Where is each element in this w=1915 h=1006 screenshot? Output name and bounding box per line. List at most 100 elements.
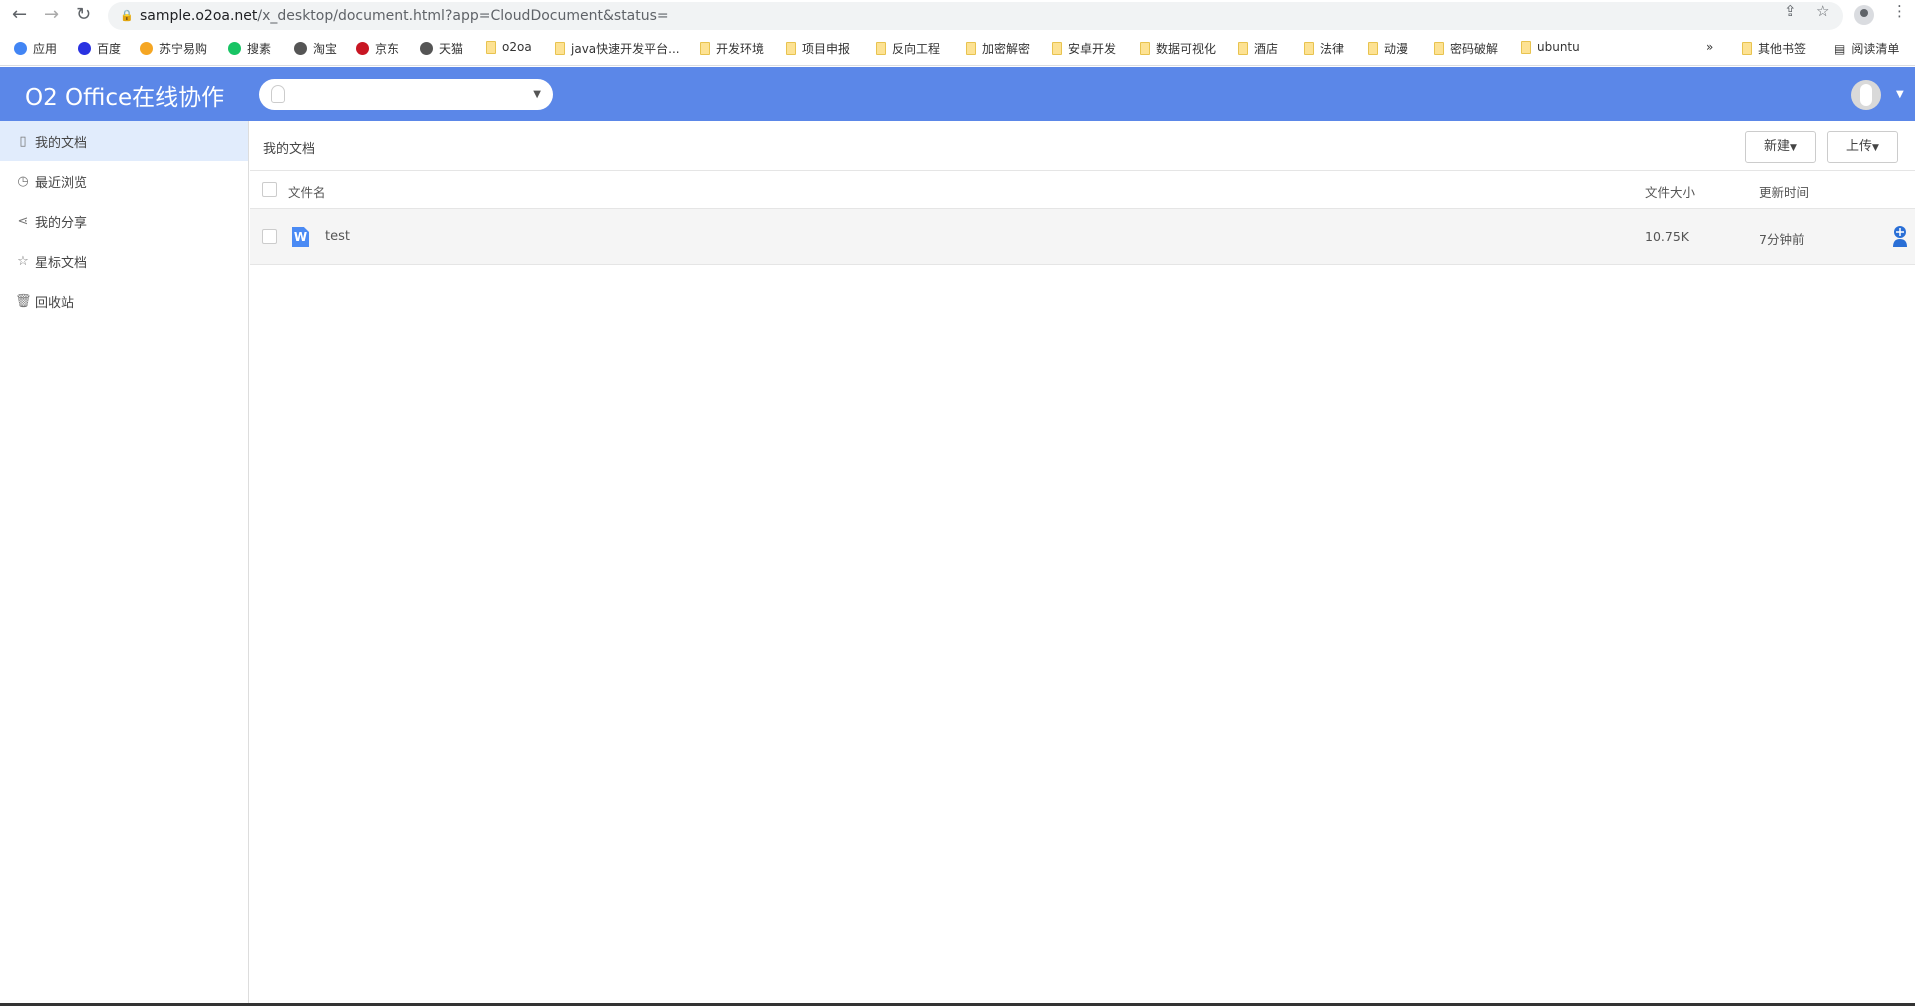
column-updated[interactable]: 更新时间 — [1759, 182, 1809, 201]
label: 百度 — [97, 42, 122, 56]
label: 最近浏览 — [35, 175, 88, 191]
globe-icon — [420, 42, 433, 55]
label: 苏宁易购 — [159, 42, 208, 56]
bookmark-item[interactable]: 项目申报 — [786, 40, 850, 57]
bookmark-item[interactable]: o2oa — [486, 40, 532, 54]
folder-icon — [1304, 42, 1314, 55]
bookmark-item[interactable]: 百度 — [78, 40, 121, 57]
breadcrumb: 我的文档 — [263, 142, 316, 157]
folder-icon — [555, 42, 565, 55]
app-header: O2 Office在线协作 ▼ ▼ — [0, 67, 1915, 121]
collaborate-icon[interactable] — [1891, 225, 1909, 247]
label: 我的分享 — [35, 215, 88, 231]
bookmark-item[interactable]: 搜素 — [228, 40, 271, 57]
url-path: /x_desktop/document.html?app=CloudDocume… — [257, 8, 669, 24]
folder-icon — [966, 42, 976, 55]
label: 天猫 — [439, 42, 464, 56]
sidebar-item-recent[interactable]: ◷ 最近浏览 — [0, 161, 248, 201]
forward-icon[interactable]: → — [44, 4, 59, 25]
chevron-down-icon: ▼ — [1872, 143, 1879, 153]
bookmark-item[interactable]: java快速开发平台... — [555, 40, 680, 57]
new-button[interactable]: 新建▼ — [1745, 131, 1816, 163]
table-header: 文件名 文件大小 更新时间 — [250, 171, 1915, 209]
bookmark-item[interactable]: ubuntu — [1521, 40, 1580, 54]
bookmark-item[interactable]: 酒店 — [1238, 40, 1278, 57]
bookmarks-bar: » 其他书签 ▤ 阅读清单 应用 百度 苏宁易购 搜素 淘宝 京东 天猫 o2oa java快速开… — [0, 30, 1915, 66]
suning-icon — [140, 42, 153, 55]
bookmark-item[interactable]: 苏宁易购 — [140, 40, 207, 57]
bookmark-item[interactable]: 数据可视化 — [1140, 40, 1216, 57]
label: java快速开发平台... — [571, 42, 680, 56]
sidebar: ▯ 我的文档 ◷ 最近浏览 ⋖ 我的分享 ☆ 星标文档 🗑 回收站 — [0, 121, 249, 1006]
url-host: sample.o2oa.net — [140, 8, 258, 24]
browser-toolbar: ← → ↻ 🔒 sample.o2oa.net/x_desktop/docume… — [0, 0, 1915, 30]
word-file-icon: W — [292, 227, 309, 247]
folder-icon — [1742, 42, 1752, 55]
folder-icon — [1238, 42, 1248, 55]
upload-button[interactable]: 上传▼ — [1827, 131, 1898, 163]
bookmark-item[interactable]: 安卓开发 — [1052, 40, 1116, 57]
folder-icon — [876, 42, 886, 55]
bookmark-item[interactable]: 天猫 — [420, 40, 463, 57]
label: 京东 — [375, 42, 400, 56]
bookmark-item[interactable]: 动漫 — [1368, 40, 1408, 57]
other-bookmarks[interactable]: 其他书签 — [1742, 40, 1806, 57]
user-menu-chevron-icon[interactable]: ▼ — [1896, 89, 1904, 100]
label: 回收站 — [35, 295, 75, 311]
label: 酒店 — [1254, 42, 1279, 56]
apps-icon — [14, 42, 27, 55]
folder-icon — [700, 42, 710, 55]
table-row[interactable]: W test 10.75K 7分钟前 — [250, 209, 1915, 265]
label: 项目申报 — [802, 42, 851, 56]
column-size[interactable]: 文件大小 — [1645, 182, 1695, 201]
bookmark-item[interactable]: 密码破解 — [1434, 40, 1498, 57]
back-icon[interactable]: ← — [12, 4, 27, 25]
select-all-checkbox[interactable] — [262, 182, 277, 197]
file-name[interactable]: test — [325, 229, 350, 244]
reading-list-icon: ▤ — [1834, 41, 1846, 56]
share-page-icon[interactable]: ⇪ — [1784, 2, 1797, 20]
baidu-icon — [78, 42, 91, 55]
label: 阅读清单 — [1851, 42, 1900, 56]
bookmarks-overflow[interactable]: » — [1706, 40, 1713, 54]
sidebar-item-my-documents[interactable]: ▯ 我的文档 — [0, 121, 248, 161]
label: 加密解密 — [982, 42, 1031, 56]
reload-icon[interactable]: ↻ — [76, 4, 91, 25]
label: 密码破解 — [1450, 42, 1499, 56]
star-icon: ☆ — [17, 253, 29, 269]
globe-icon — [294, 42, 307, 55]
label: 我的文档 — [35, 135, 88, 151]
bookmark-item[interactable]: 应用 — [14, 40, 57, 57]
chevron-down-icon[interactable]: ▼ — [533, 89, 541, 100]
bookmark-item[interactable]: 开发环境 — [700, 40, 764, 57]
row-checkbox[interactable] — [262, 229, 277, 244]
column-name[interactable]: 文件名 — [288, 182, 326, 201]
search-input[interactable]: ▼ — [259, 79, 553, 110]
sidebar-item-trash[interactable]: 🗑 回收站 — [0, 281, 248, 321]
bookmark-star-icon[interactable]: ☆ — [1816, 2, 1829, 20]
bookmark-item[interactable]: 法律 — [1304, 40, 1344, 57]
address-bar[interactable]: 🔒 sample.o2oa.net/x_desktop/document.htm… — [108, 2, 1843, 30]
reading-list[interactable]: ▤ 阅读清单 — [1834, 40, 1899, 57]
menu-icon[interactable]: ⋮ — [1892, 2, 1907, 20]
bookmark-item[interactable]: 京东 — [356, 40, 399, 57]
folder-icon — [786, 42, 796, 55]
label: 搜素 — [247, 42, 272, 56]
trash-icon: 🗑 — [15, 293, 32, 309]
label: 反向工程 — [892, 42, 941, 56]
search-icon — [228, 42, 241, 55]
label: 新建 — [1764, 139, 1791, 154]
label: 安卓开发 — [1068, 42, 1117, 56]
sidebar-item-shares[interactable]: ⋖ 我的分享 — [0, 201, 248, 241]
bookmark-item[interactable]: 反向工程 — [876, 40, 940, 57]
sidebar-item-starred[interactable]: ☆ 星标文档 — [0, 241, 248, 281]
bookmark-item[interactable]: 淘宝 — [294, 40, 337, 57]
avatar[interactable] — [1851, 80, 1881, 110]
folder-icon — [1521, 40, 1531, 54]
label: 应用 — [33, 42, 58, 56]
profile-icon[interactable] — [1854, 5, 1874, 25]
document-icon: ▯ — [19, 133, 27, 149]
bookmark-item[interactable]: 加密解密 — [966, 40, 1030, 57]
clock-icon: ◷ — [17, 173, 29, 189]
label: 其他书签 — [1758, 42, 1807, 56]
